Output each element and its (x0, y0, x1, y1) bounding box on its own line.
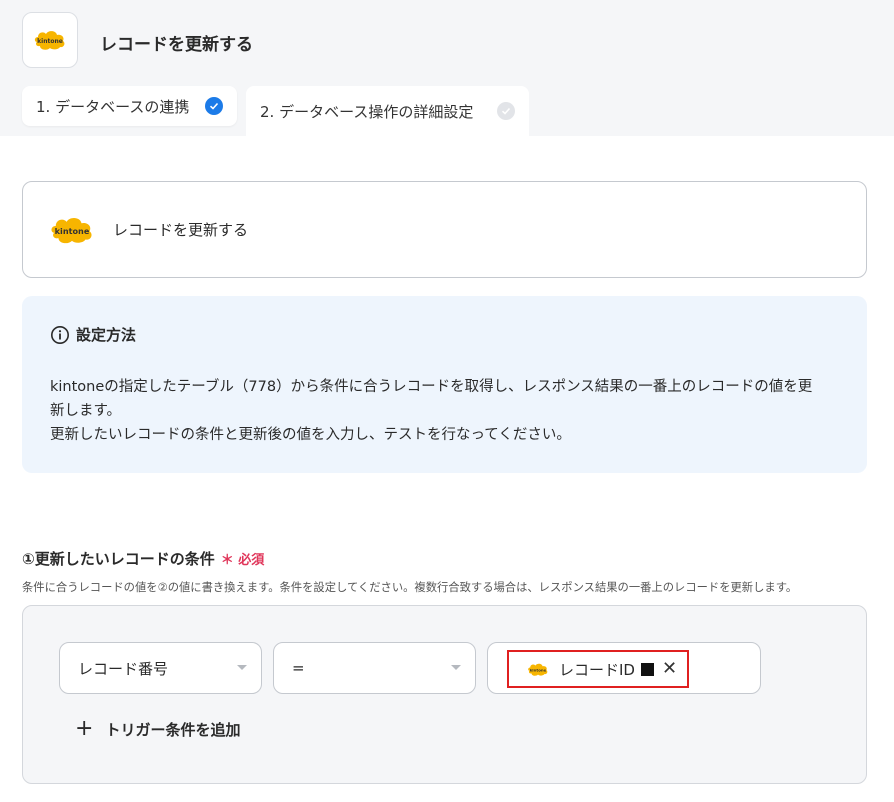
app-logo: kintone (22, 12, 78, 68)
svg-text:kintone: kintone (55, 226, 90, 236)
condition-title-text: ①更新したいレコードの条件 (22, 550, 215, 568)
check-icon (497, 102, 515, 120)
chevron-down-icon (451, 665, 461, 670)
info-heading: 設定方法 (50, 324, 839, 345)
info-heading-text: 設定方法 (76, 326, 137, 344)
kintone-logo-icon: kintone (34, 31, 65, 50)
info-body: kintoneの指定したテーブル（778）から条件に合うレコードを取得し、レスポ… (50, 375, 839, 447)
operator-select[interactable]: = (273, 642, 476, 694)
add-trigger-label: トリガー条件を追加 (105, 720, 241, 739)
value-input[interactable]: kintone レコードID ✕ (487, 642, 761, 694)
condition-box: レコード番号 = kintone レコードID ✕ + トリガー条件を追加 (22, 605, 867, 784)
info-line: 新します。 (50, 403, 122, 419)
page-title: レコードを更新する (100, 35, 253, 55)
kintone-logo-icon: kintone (51, 217, 92, 243)
required-badge: ＊ 必須 (220, 553, 265, 568)
tab-label: 1. データベースの連携 (36, 97, 190, 116)
square-icon (640, 662, 654, 676)
info-box: 設定方法 kintoneの指定したテーブル（778）から条件に合うレコードを取得… (22, 296, 867, 473)
close-icon[interactable]: ✕ (662, 660, 677, 678)
field-select-value: レコード番号 (78, 659, 169, 678)
add-trigger-condition-button[interactable]: + トリガー条件を追加 (75, 718, 240, 740)
kintone-logo-icon: kintone (528, 663, 548, 676)
action-card[interactable]: kintone レコードを更新する (22, 181, 867, 278)
chip-label: レコードID (559, 660, 635, 679)
svg-text:kintone: kintone (530, 667, 547, 672)
plus-icon: + (75, 716, 94, 741)
tab-database-link[interactable]: 1. データベースの連携 (22, 86, 237, 126)
operator-select-value: = (292, 659, 305, 677)
action-card-label: レコードを更新する (113, 221, 249, 239)
chevron-down-icon (237, 665, 247, 670)
tab-label: 2. データベース操作の詳細設定 (260, 102, 474, 121)
tab-operation-detail[interactable]: 2. データベース操作の詳細設定 (246, 86, 529, 136)
info-line: kintoneの指定したテーブル（778）から条件に合うレコードを取得し、レスポ… (50, 379, 813, 395)
condition-description: 条件に合うレコードの値を②の値に書き換えます。条件を設定してください。複数行合致… (22, 581, 798, 594)
check-icon (205, 97, 223, 115)
info-icon (51, 325, 69, 344)
variable-chip[interactable]: kintone レコードID ✕ (507, 650, 689, 688)
condition-section-title: ①更新したいレコードの条件 ＊ 必須 (22, 548, 264, 569)
field-select[interactable]: レコード番号 (59, 642, 262, 694)
info-line: 更新したいレコードの条件と更新後の値を入力し、テストを行なってください。 (50, 427, 571, 443)
svg-text:kintone: kintone (37, 38, 63, 45)
